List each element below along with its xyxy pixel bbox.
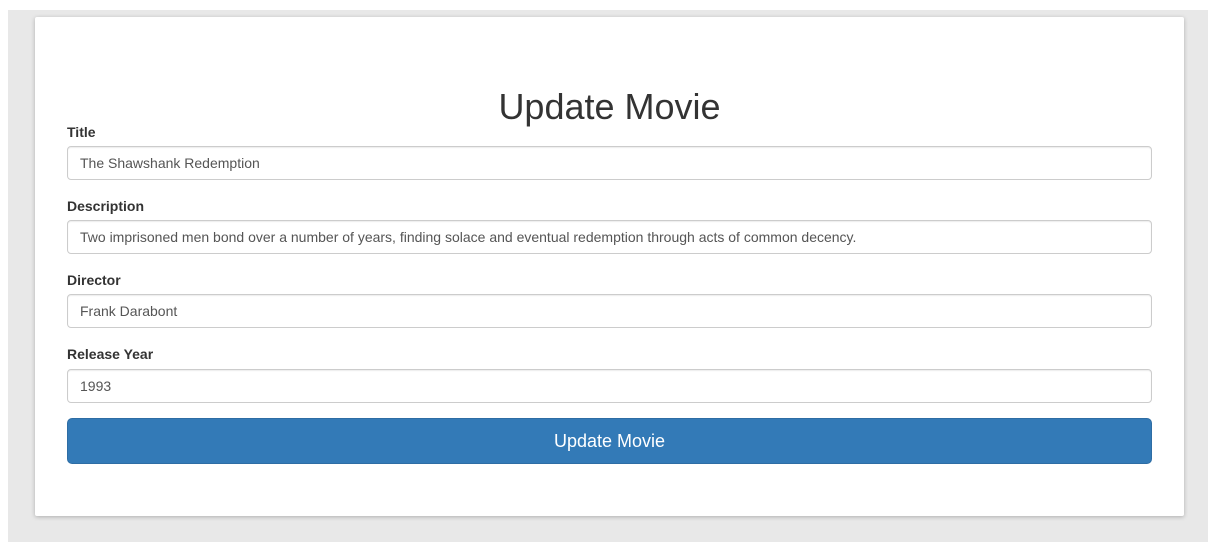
page-title: Update Movie: [498, 86, 721, 127]
description-input[interactable]: [67, 220, 1152, 254]
release-year-input[interactable]: [67, 369, 1152, 403]
release-year-label: Release Year: [67, 346, 154, 362]
description-label: Description: [67, 198, 145, 214]
update-movie-form: Update Movie Title Description Director …: [35, 17, 1184, 516]
title-input[interactable]: [67, 146, 1152, 180]
director-input[interactable]: [67, 294, 1152, 328]
director-label: Director: [67, 272, 121, 288]
update-movie-button[interactable]: Update Movie: [67, 418, 1152, 464]
title-label: Title: [67, 124, 96, 140]
